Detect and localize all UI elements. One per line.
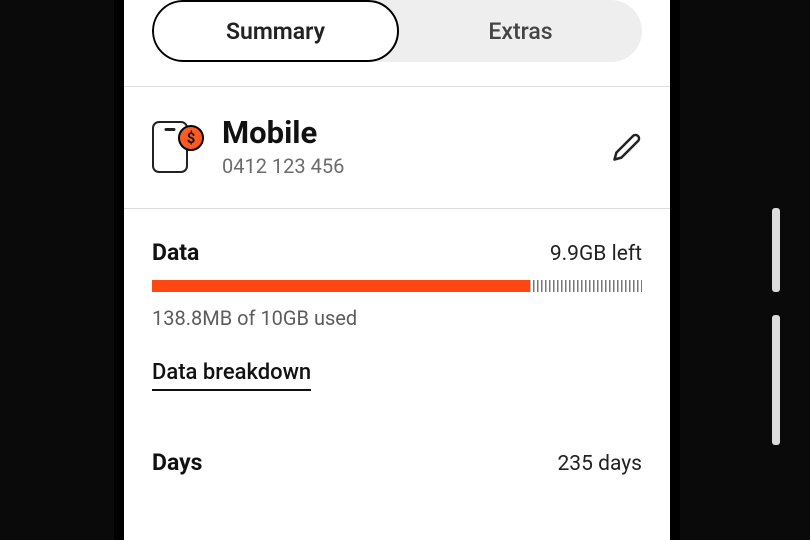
edit-button[interactable] [612,132,642,162]
pencil-icon [612,132,642,162]
days-value: 235 days [557,452,642,476]
data-breakdown-link[interactable]: Data breakdown [152,360,311,391]
data-progress-remaining [529,280,642,292]
tabs-container: Summary Extras [124,0,670,86]
days-row: Days 235 days [152,449,642,476]
badge-text: $ [187,129,196,147]
data-used-text: 138.8MB of 10GB used [152,306,642,330]
data-progress-bar [152,280,642,292]
account-header: $ Mobile 0412 123 456 [124,87,670,208]
mobile-account-icon: $ [152,121,204,173]
tab-summary-label: Summary [226,18,325,45]
tab-summary[interactable]: Summary [152,0,399,62]
tab-extras-label: Extras [488,18,552,45]
data-label: Data [152,239,199,266]
days-label: Days [152,449,202,476]
tab-extras[interactable]: Extras [399,0,642,62]
data-row: Data 9.9GB left [152,239,642,266]
data-section: Data 9.9GB left 138.8MB of 10GB used Dat… [124,209,670,476]
dollar-badge-icon: $ [178,125,204,151]
account-number: 0412 123 456 [222,154,612,178]
device-frame: Summary Extras $ Mobile 0412 123 456 [114,0,680,540]
account-text: Mobile 0412 123 456 [222,117,612,178]
app-screen: Summary Extras $ Mobile 0412 123 456 [124,0,670,540]
segmented-control: Summary Extras [152,0,642,62]
device-volume-button [772,315,780,445]
device-power-button [772,208,780,292]
account-title: Mobile [222,117,612,150]
data-progress-fill [152,280,529,292]
data-remaining: 9.9GB left [550,242,642,266]
